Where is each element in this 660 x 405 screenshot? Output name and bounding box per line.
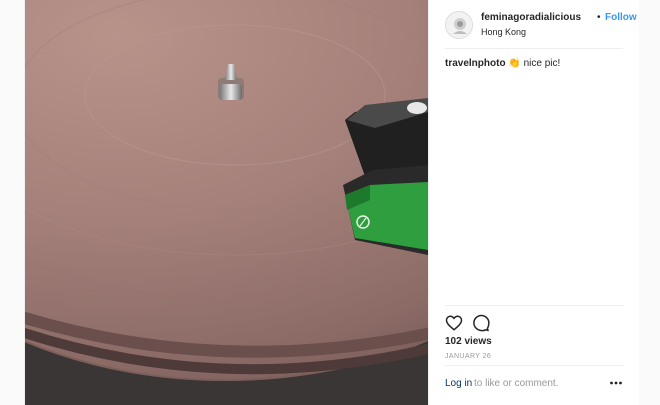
login-link[interactable]: Log in [445,378,472,389]
comment-item: travelnphoto 👏 nice pic! [445,58,560,69]
post-actions: 102 views JANUARY 26 [445,305,623,365]
avatar-icon[interactable] [445,11,473,39]
post-media-image[interactable] [25,0,428,405]
location-link[interactable]: Hong Kong [481,27,526,37]
comment-icon[interactable] [472,314,490,332]
post-side-panel: feminagoradialicious • Follow Hong Kong … [428,0,639,405]
login-prompt-text: to like or comment. [474,378,559,389]
views-count[interactable]: 102 views [445,336,492,347]
post-dialog: feminagoradialicious • Follow Hong Kong … [24,0,639,405]
post-date[interactable]: JANUARY 26 [445,353,491,360]
login-prompt: Log in to like or comment. [445,365,623,405]
comment-text: nice pic! [523,58,561,69]
post-header: feminagoradialicious • Follow Hong Kong [445,9,637,49]
comment-username[interactable]: travelnphoto [445,58,506,69]
more-options-icon[interactable] [609,376,623,390]
clap-emoji-icon: 👏 [508,58,521,69]
heart-icon[interactable] [445,314,463,332]
author-username[interactable]: feminagoradialicious [481,12,581,23]
follow-button[interactable]: Follow [605,12,637,23]
turntable-photo [25,0,428,405]
separator-dot: • [597,12,601,23]
